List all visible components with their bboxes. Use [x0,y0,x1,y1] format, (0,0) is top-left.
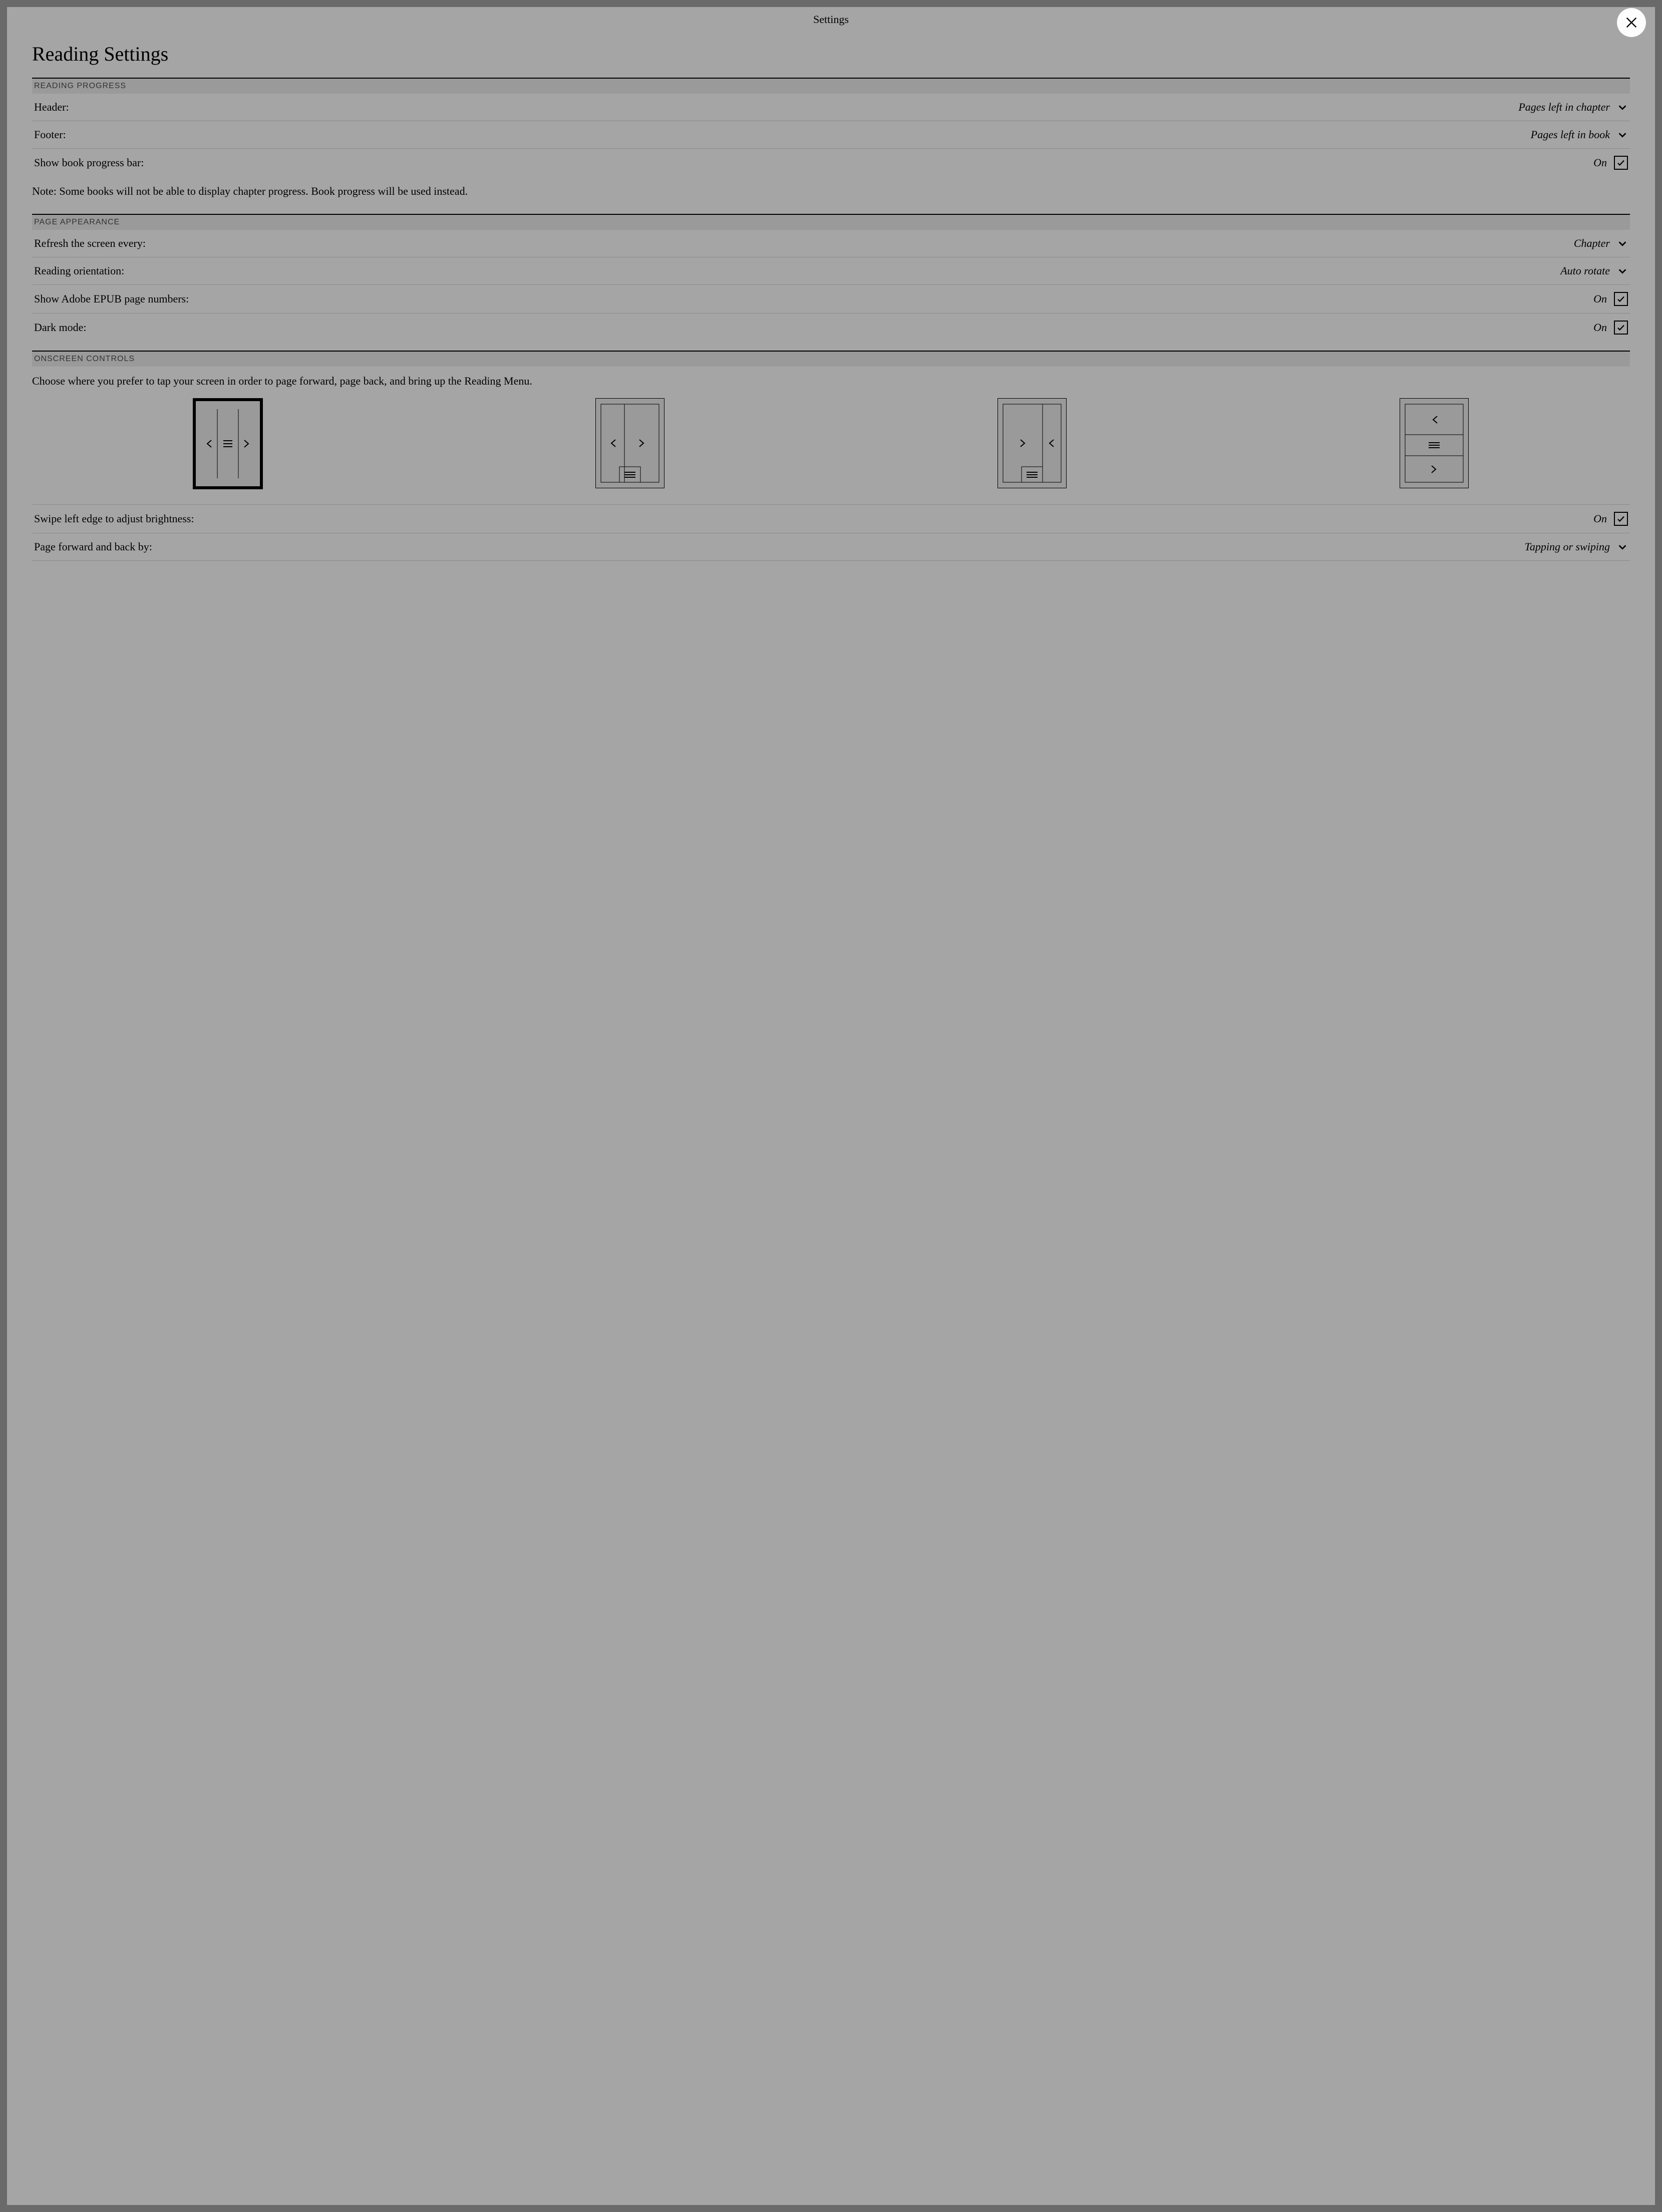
row-label-header: Header: [34,101,69,114]
row-progress-bar[interactable]: Show book progress bar: On [32,149,1630,177]
row-value-footer: Pages left in book [1531,128,1610,141]
row-value-progress-bar: On [1593,156,1607,169]
progress-note: Note: Some books will not be able to dis… [32,177,1630,214]
topbar: Settings [7,7,1655,30]
section-header-onscreen-controls: ONSCREEN CONTROLS [32,351,1630,367]
chevron-down-icon [1617,102,1628,113]
tap-layout-option-1[interactable] [193,398,263,489]
row-value-brightness: On [1593,512,1607,525]
row-value-adobe: On [1593,292,1607,305]
chevron-down-icon [1617,238,1628,249]
row-label-footer: Footer: [34,128,66,141]
close-icon [1624,16,1638,30]
tap-layout-options [32,398,1630,505]
settings-panel: Settings Reading Settings READING PROGRE… [7,7,1655,2205]
row-orientation[interactable]: Reading orientation: Auto rotate [32,257,1630,285]
checkbox-adobe[interactable] [1614,292,1628,306]
row-value-refresh: Chapter [1574,237,1610,250]
tap-layout-4-icon [1405,404,1464,483]
row-value-orientation: Auto rotate [1560,264,1610,277]
row-label-brightness: Swipe left edge to adjust brightness: [34,512,194,525]
checkbox-brightness[interactable] [1614,512,1628,526]
check-icon [1616,514,1625,523]
row-footer[interactable]: Footer: Pages left in book [32,121,1630,149]
row-label-refresh: Refresh the screen every: [34,237,146,250]
tap-layout-1-icon [198,404,257,483]
row-value-page-turn: Tapping or swiping [1525,540,1610,553]
row-value-dark-mode: On [1593,321,1607,334]
tap-layout-option-2[interactable] [595,398,664,488]
row-dark-mode[interactable]: Dark mode: On [32,313,1630,342]
page-title: Reading Settings [32,42,1630,66]
row-brightness-swipe[interactable]: Swipe left edge to adjust brightness: On [32,505,1630,533]
row-value-header: Pages left in chapter [1518,101,1610,114]
row-page-turn[interactable]: Page forward and back by: Tapping or swi… [32,533,1630,561]
check-icon [1616,294,1625,303]
tap-layout-option-4[interactable] [1400,398,1469,488]
row-label-adobe: Show Adobe EPUB page numbers: [34,292,189,305]
row-label-page-turn: Page forward and back by: [34,540,152,553]
section-header-page-appearance: PAGE APPEARANCE [32,214,1630,230]
row-label-orientation: Reading orientation: [34,264,124,277]
topbar-title: Settings [813,13,849,26]
check-icon [1616,158,1625,167]
row-adobe[interactable]: Show Adobe EPUB page numbers: On [32,285,1630,313]
checkbox-progress-bar[interactable] [1614,156,1628,170]
chevron-down-icon [1617,265,1628,276]
chevron-down-icon [1617,129,1628,140]
chevron-down-icon [1617,541,1628,552]
tap-layout-option-3[interactable] [998,398,1067,488]
row-label-dark-mode: Dark mode: [34,321,86,334]
close-button[interactable] [1617,8,1646,37]
tap-layout-3-icon [1003,404,1062,483]
checkbox-dark-mode[interactable] [1614,321,1628,335]
content: Reading Settings READING PROGRESS Header… [7,30,1655,581]
check-icon [1616,323,1625,332]
tap-layout-2-icon [600,404,659,483]
controls-instruction: Choose where you prefer to tap your scre… [32,367,1630,399]
section-header-reading-progress: READING PROGRESS [32,78,1630,94]
row-label-progress-bar: Show book progress bar: [34,156,144,169]
row-refresh[interactable]: Refresh the screen every: Chapter [32,230,1630,257]
row-header[interactable]: Header: Pages left in chapter [32,94,1630,121]
